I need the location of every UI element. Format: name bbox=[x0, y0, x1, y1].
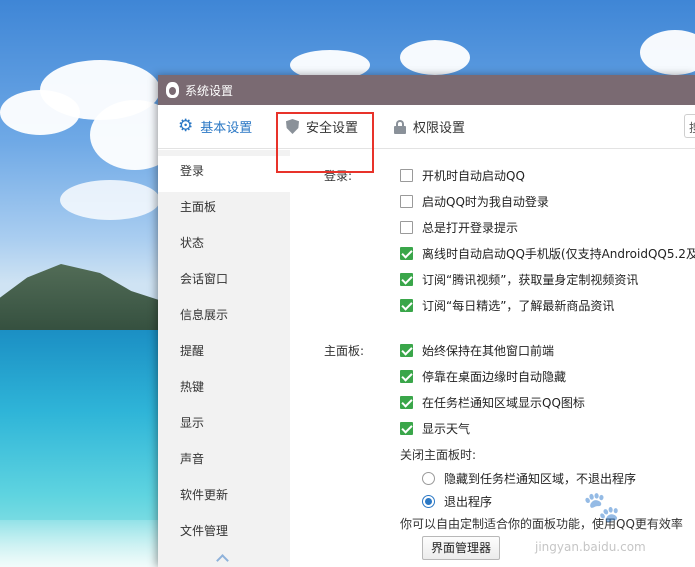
sidebar-item-sound[interactable]: 声音 bbox=[158, 444, 290, 480]
option-label: 订阅“腾讯视频”，获取量身定制视频资讯 bbox=[422, 272, 639, 287]
option-label: 离线时自动启动QQ手机版(仅支持AndroidQQ5.2及 bbox=[422, 246, 695, 261]
radio-label: 隐藏到任务栏通知区域，不退出程序 bbox=[444, 471, 637, 486]
option-login-tips[interactable]: 总是打开登录提示 bbox=[400, 218, 518, 236]
checkbox-checked[interactable] bbox=[400, 343, 413, 357]
interface-manager-button[interactable]: 界面管理器 bbox=[422, 536, 501, 560]
customize-hint-text: 你可以自由定制适合你的面板功能，使用QQ更有效率 bbox=[400, 517, 683, 531]
option-label: 开机时自动启动QQ bbox=[422, 168, 525, 183]
sidebar-item-mainpanel[interactable]: 主面板 bbox=[158, 192, 290, 228]
window-title: 系统设置 bbox=[185, 83, 234, 98]
option-label: 始终保持在其他窗口前端 bbox=[422, 343, 555, 358]
option-show-weather[interactable]: 显示天气 bbox=[400, 419, 470, 437]
cloud bbox=[400, 40, 470, 75]
login-section-label: 登录: bbox=[324, 169, 353, 183]
option-subscribe-daily[interactable]: 订阅“每日精选”，了解最新商品资讯 bbox=[400, 296, 614, 314]
radio-label: 退出程序 bbox=[444, 494, 493, 509]
option-label: 总是打开登录提示 bbox=[422, 220, 519, 235]
radio-hide-to-tray[interactable]: 隐藏到任务栏通知区域，不退出程序 bbox=[422, 469, 636, 487]
option-label: 停靠在桌面边缘时自动隐藏 bbox=[422, 369, 567, 384]
window-titlebar[interactable]: 系统设置 bbox=[158, 75, 695, 105]
checkbox-checked[interactable] bbox=[400, 421, 413, 435]
tab-permission-settings[interactable]: 权限设置 bbox=[394, 105, 465, 149]
sidebar-item-file-management[interactable]: 文件管理 bbox=[158, 516, 290, 552]
sidebar-item-reminder[interactable]: 提醒 bbox=[158, 336, 290, 372]
cloud bbox=[60, 180, 160, 220]
tab-security-label: 安全设置 bbox=[306, 121, 359, 136]
option-auto-hide[interactable]: 停靠在桌面边缘时自动隐藏 bbox=[400, 367, 566, 385]
checkbox[interactable] bbox=[400, 220, 413, 234]
checkbox[interactable] bbox=[400, 168, 413, 182]
settings-sidebar: 登录 主面板 状态 会话窗口 信息展示 提醒 热键 显示 声音 软件更新 文件管… bbox=[158, 150, 290, 567]
sidebar-item-software-update[interactable]: 软件更新 bbox=[158, 480, 290, 516]
checkbox-checked[interactable] bbox=[400, 395, 413, 409]
sidebar-item-status[interactable]: 状态 bbox=[158, 228, 290, 264]
tab-basic-label: 基本设置 bbox=[200, 121, 253, 136]
cloud bbox=[640, 30, 695, 75]
sidebar-item-info-display[interactable]: 信息展示 bbox=[158, 300, 290, 336]
checkbox-checked[interactable] bbox=[400, 298, 413, 312]
option-offline-mobile[interactable]: 离线时自动启动QQ手机版(仅支持AndroidQQ5.2及 bbox=[400, 244, 695, 262]
sidebar-item-login[interactable]: 登录 bbox=[158, 156, 290, 192]
sidebar-item-display[interactable]: 显示 bbox=[158, 408, 290, 444]
checkbox-checked[interactable] bbox=[400, 246, 413, 260]
checkbox-checked[interactable] bbox=[400, 369, 413, 383]
option-label: 启动QQ时为我自动登录 bbox=[422, 194, 549, 209]
settings-body: 登录 主面板 状态 会话窗口 信息展示 提醒 热键 显示 声音 软件更新 文件管… bbox=[158, 150, 695, 567]
radio-exit-program[interactable]: 退出程序 bbox=[422, 492, 492, 510]
option-subscribe-video[interactable]: 订阅“腾讯视频”，获取量身定制视频资讯 bbox=[400, 270, 638, 288]
option-label: 订阅“每日精选”，了解最新商品资讯 bbox=[422, 298, 615, 313]
checkbox[interactable] bbox=[400, 194, 413, 208]
mainpanel-section-label: 主面板: bbox=[324, 344, 365, 358]
radio-button-selected[interactable] bbox=[422, 494, 435, 508]
qq-penguin-icon bbox=[166, 82, 179, 98]
option-label: 显示天气 bbox=[422, 421, 471, 436]
tab-security-settings[interactable]: 安全设置 bbox=[286, 105, 358, 149]
lock-icon bbox=[394, 119, 406, 134]
tab-permission-label: 权限设置 bbox=[413, 121, 466, 136]
search-input[interactable]: 搜 bbox=[684, 114, 695, 138]
option-label: 在任务栏通知区域显示QQ图标 bbox=[422, 395, 585, 410]
checkbox-checked[interactable] bbox=[400, 272, 413, 286]
cloud bbox=[0, 90, 80, 135]
shield-icon bbox=[286, 119, 299, 134]
option-auto-start[interactable]: 开机时自动启动QQ bbox=[400, 166, 525, 184]
close-behavior-label: 关闭主面板时: bbox=[400, 448, 477, 462]
gear-icon: ⚙ bbox=[178, 116, 194, 136]
tab-basic-settings[interactable]: ⚙ 基本设置 bbox=[178, 105, 252, 149]
option-always-on-top[interactable]: 始终保持在其他窗口前端 bbox=[400, 341, 554, 359]
option-auto-login[interactable]: 启动QQ时为我自动登录 bbox=[400, 192, 549, 210]
sidebar-item-hotkeys[interactable]: 热键 bbox=[158, 372, 290, 408]
sidebar-item-chat-window[interactable]: 会话窗口 bbox=[158, 264, 290, 300]
settings-window: 系统设置 ⚙ 基本设置 安全设置 权限设置 搜 登录 主面板 状态 会话窗口 信… bbox=[158, 75, 695, 567]
radio-button[interactable] bbox=[422, 471, 435, 485]
settings-content: 登录: 开机时自动启动QQ 启动QQ时为我自动登录 总是打开登录提示 离线时自动… bbox=[290, 150, 695, 567]
sea-foam bbox=[0, 520, 170, 567]
settings-tabbar: ⚙ 基本设置 安全设置 权限设置 搜 bbox=[158, 105, 695, 149]
option-tray-icon[interactable]: 在任务栏通知区域显示QQ图标 bbox=[400, 393, 585, 411]
scroll-up-chevron-icon[interactable] bbox=[216, 554, 229, 567]
